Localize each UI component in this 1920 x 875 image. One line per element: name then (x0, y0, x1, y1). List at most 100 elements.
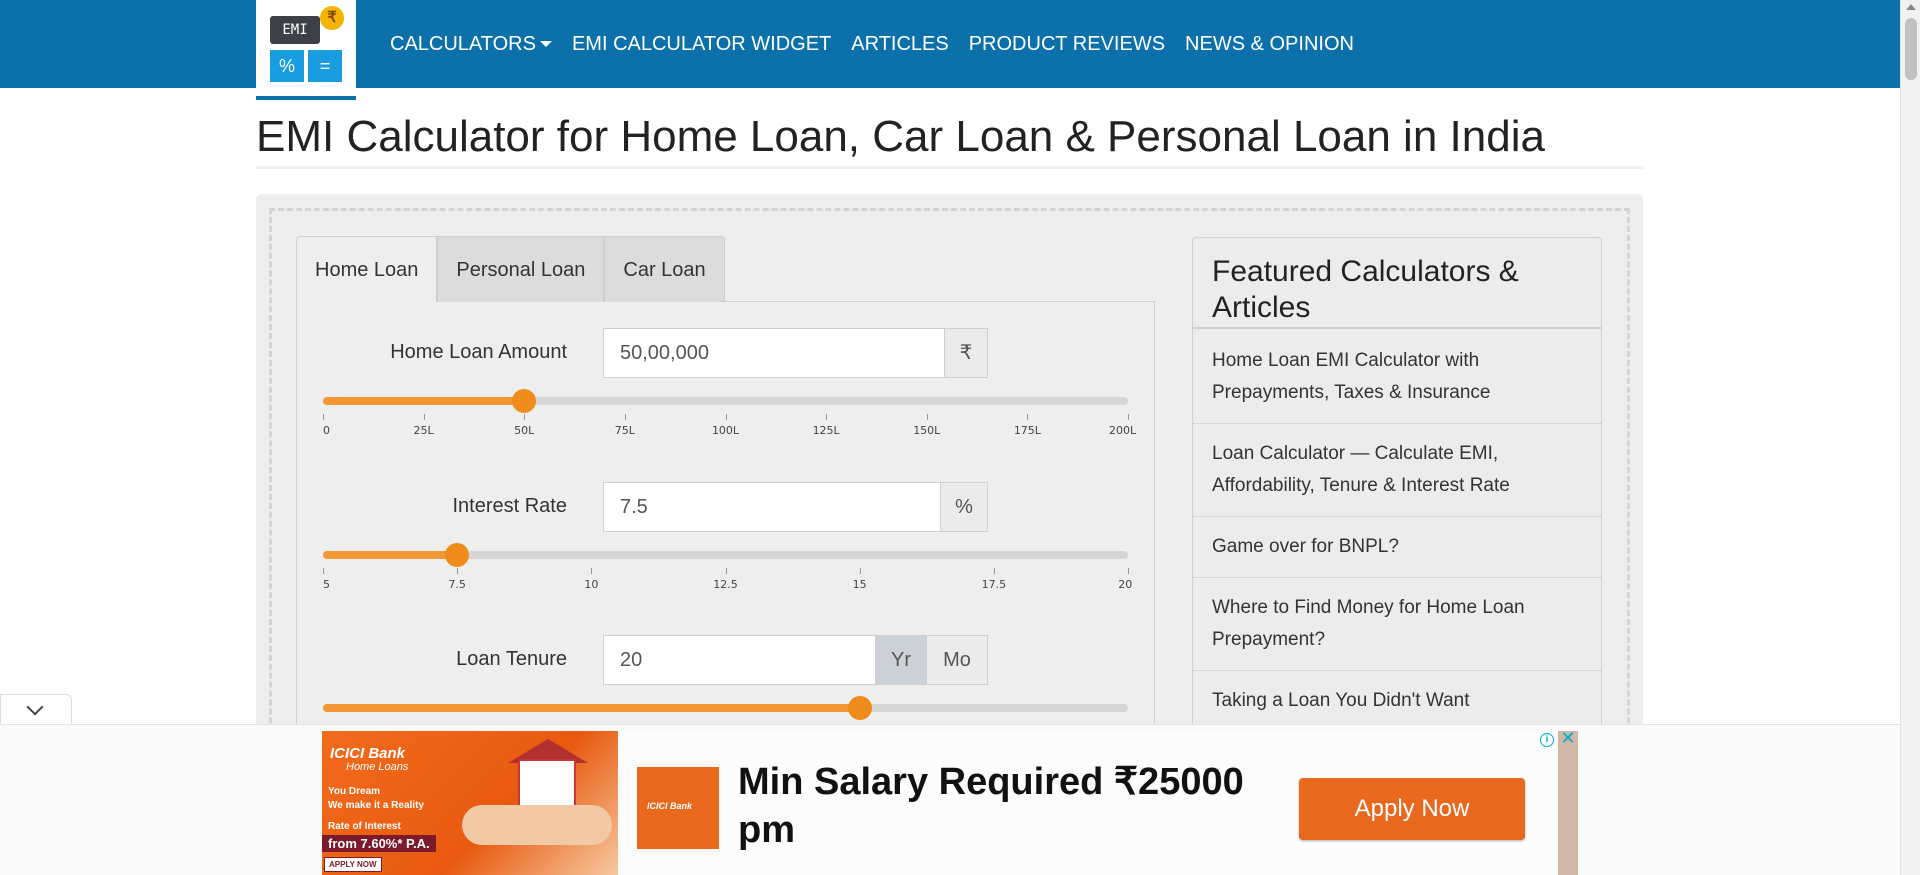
loan-amount-tick-label: 125L (812, 424, 840, 437)
loan-amount-tick-label: 50L (514, 424, 535, 437)
tenure-month-toggle[interactable]: Mo (926, 635, 988, 685)
loan-amount-tick (826, 414, 828, 420)
nav-articles[interactable]: ARTICLES (851, 33, 948, 56)
main-menu: CALCULATORS EMI CALCULATOR WIDGET ARTICL… (390, 0, 1374, 88)
featured-sidebar: Featured Calculators & Articles Home Loa… (1192, 237, 1602, 777)
interest-rate-slider-handle[interactable] (445, 543, 470, 567)
interest-rate-tick (725, 568, 727, 574)
ad-info-icon[interactable]: i (1540, 733, 1554, 747)
interest-rate-input[interactable]: 7.5 (603, 482, 941, 532)
interest-rate-scale: 5 7.5 10 12.5 15 17.5 20 (323, 568, 1132, 592)
ad-close-icon[interactable]: ✕ (1560, 729, 1576, 747)
rupee-icon: ₹ (944, 328, 988, 378)
featured-link[interactable]: Game over for BNPL? (1193, 517, 1601, 578)
featured-list: Home Loan EMI Calculator with Prepayment… (1193, 331, 1601, 732)
ad-apply-small[interactable]: APPLY NOW (324, 857, 382, 872)
interest-rate-tick-label: 10 (584, 578, 599, 591)
loan-amount-tick-label: 75L (614, 424, 635, 437)
collapse-ad-button[interactable] (0, 694, 72, 724)
loan-amount-label: Home Loan Amount (390, 341, 567, 363)
ad-headline[interactable]: Min Salary Required ₹25000 pm (738, 758, 1258, 854)
interest-rate-tick (591, 568, 593, 574)
percent-icon: % (940, 482, 988, 532)
loan-amount-tick-label: 150L (913, 424, 941, 437)
logo-screen: EMI (270, 16, 320, 44)
ad-rate-label: Rate of Interest (328, 821, 401, 832)
featured-link[interactable]: Where to Find Money for Home Loan Prepay… (1193, 578, 1601, 671)
loan-tenure-input[interactable]: 20 (603, 635, 876, 685)
loan-amount-tick-label: 175L (1013, 424, 1041, 437)
interest-rate-tick-label: 20 (1118, 578, 1133, 591)
page-title: EMI Calculator for Home Loan, Car Loan &… (256, 112, 1545, 161)
featured-link[interactable]: Loan Calculator — Calculate EMI, Afforda… (1193, 424, 1601, 517)
loan-amount-tick-label: 25L (413, 424, 434, 437)
loan-amount-input[interactable]: 50,00,000 (603, 328, 945, 378)
loan-tenure-slider-handle[interactable] (847, 696, 872, 720)
ad-tagline: You Dream We make it a Reality (328, 786, 424, 811)
nav-news-opinion[interactable]: NEWS & OPINION (1185, 33, 1354, 56)
tab-personal-loan[interactable]: Personal Loan (437, 236, 605, 302)
house-icon (518, 759, 576, 811)
ad-banner-image[interactable]: ICICI Bank Home Loans You Dream We make … (322, 731, 618, 875)
loan-amount-tick (1027, 414, 1029, 420)
ad-thumbnail[interactable]: ICICI Bank (637, 767, 719, 849)
featured-link[interactable]: Home Loan EMI Calculator with Prepayment… (1193, 331, 1601, 424)
loan-tenure-label: Loan Tenure (456, 648, 567, 670)
interest-rate-tick (859, 568, 861, 574)
loan-amount-slider-fill (323, 397, 525, 405)
loan-tenure-slider-fill (323, 704, 860, 712)
loan-tenure-slider[interactable] (323, 696, 1128, 720)
interest-rate-tick-label: 17.5 (981, 578, 1007, 591)
rupee-coin-icon: ₹ (320, 6, 344, 30)
interest-rate-tick (1128, 568, 1129, 574)
interest-rate-tick-label: 12.5 (713, 578, 738, 591)
ad-brand-sub: Home Loans (346, 761, 409, 773)
featured-title: Featured Calculators & Articles (1212, 255, 1519, 324)
ad-apply-now-button[interactable]: Apply Now (1299, 778, 1525, 840)
interest-rate-slider-fill (323, 551, 458, 559)
ad-brand: ICICI Bank (330, 745, 406, 762)
loan-amount-scale: 0 25L 50L 75L 100L 125L 150L 175L 200L (323, 414, 1136, 438)
chevron-down-icon (26, 698, 44, 716)
tenure-year-toggle[interactable]: Yr (875, 635, 927, 685)
featured-link[interactable]: Taking a Loan You Didn't Want (1193, 671, 1601, 732)
loan-amount-tick (323, 414, 324, 420)
interest-rate-slider[interactable] (323, 543, 1128, 567)
loan-amount-tick (1128, 414, 1129, 420)
loan-amount-tick (524, 414, 526, 420)
loan-amount-tick-label: 0 (323, 424, 330, 437)
nav-calculators[interactable]: CALCULATORS (390, 33, 552, 56)
interest-rate-tick (993, 568, 995, 574)
loan-amount-tick (423, 414, 425, 420)
loan-amount-tick-label: 100L (711, 424, 740, 437)
percent-key-icon: % (270, 50, 304, 82)
title-divider (256, 166, 1643, 169)
interest-rate-tick-label: 7.5 (448, 578, 466, 591)
top-navbar: EMI ₹ % = CALCULATORS EMI CALCULATOR WID… (0, 0, 1900, 100)
loan-type-tabs: Home Loan Personal Loan Car Loan (296, 236, 725, 302)
hand-illustration (462, 805, 612, 845)
vertical-scrollbar[interactable] (1900, 0, 1920, 875)
loan-amount-tick (926, 414, 928, 420)
equals-key-icon: = (308, 50, 342, 82)
caret-down-icon (539, 41, 552, 48)
ad-thumb-brand: ICICI Bank (647, 801, 693, 811)
featured-header: Featured Calculators & Articles (1193, 238, 1601, 329)
nav-product-reviews[interactable]: PRODUCT REVIEWS (969, 33, 1165, 56)
tab-car-loan[interactable]: Car Loan (604, 236, 725, 302)
scrollbar-thumb[interactable] (1905, 18, 1917, 80)
interest-rate-tick-label: 5 (323, 578, 330, 591)
nav-emi-widget[interactable]: EMI CALCULATOR WIDGET (572, 33, 831, 56)
loan-amount-slider[interactable] (323, 389, 1128, 413)
tab-home-loan[interactable]: Home Loan (296, 236, 438, 302)
scroll-up-arrow-icon[interactable] (1906, 4, 1916, 10)
loan-amount-tick (725, 414, 727, 420)
loan-amount-tick (624, 414, 626, 420)
loan-amount-tick-label: 200L (1109, 424, 1137, 437)
nav-calculators-label: CALCULATORS (390, 32, 536, 55)
ad-rate: from 7.60%* P.A. (322, 835, 436, 852)
interest-rate-label: Interest Rate (452, 495, 567, 517)
site-logo[interactable]: EMI ₹ % = (256, 0, 356, 100)
interest-rate-tick-label: 15 (852, 578, 867, 591)
interest-rate-tick (323, 568, 324, 574)
